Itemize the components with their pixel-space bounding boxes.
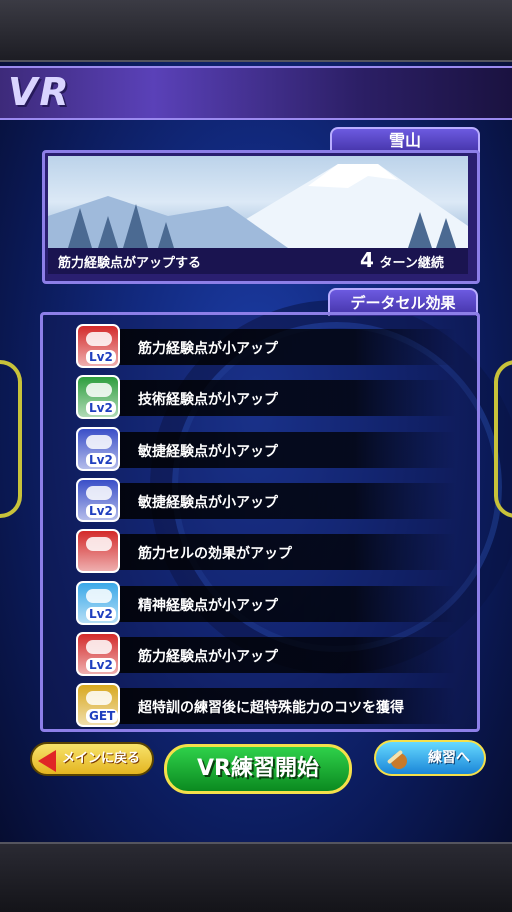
right-side-gauge [494,360,512,518]
data-cell-row: 筋力セルの効果がアップ [76,529,474,574]
cell-glyph [86,485,112,500]
cell-glyph [86,639,112,654]
cell-level-badge: Lv2 [86,657,116,672]
strength-lv2-icon: Lv2 [76,631,120,676]
data-cell-row: GET 超特訓の練習後に超特殊能力のコツを獲得 [76,683,474,728]
data-cell-row: Lv2 技術経験点が小アップ [76,375,474,420]
back-to-main-button[interactable]: メインに戻る [30,742,154,776]
start-vr-practice-button[interactable]: VR練習開始 [164,744,352,794]
get-star-icon: GET [76,683,120,728]
back-arrow-icon [38,750,56,772]
cell-level-badge: Lv2 [86,503,116,518]
cell-glyph [86,332,112,346]
spirit-lv2-icon: Lv2 [76,580,120,625]
turns-value: 4 [360,248,374,272]
cell-glyph [86,383,112,398]
agility-lv2-icon: Lv2 [76,477,120,522]
cell-glyph [86,537,112,552]
snow-mountain-illustration [48,164,468,248]
cell-level-badge: Lv2 [86,606,116,621]
strength-lv2-icon: Lv2 [76,324,120,368]
practice-button-label: 練習へ [428,750,470,766]
data-cell-text: 筋力経験点が小アップ [138,648,278,665]
data-cell-row: Lv2 筋力経験点が小アップ [76,631,474,676]
data-cell-text: 敏捷経験点が小アップ [138,443,278,460]
cell-glyph [86,691,112,706]
data-cell-row: Lv2 筋力経験点が小アップ [76,324,474,368]
cell-level-badge: Lv2 [86,350,116,364]
vr-logo: VR [8,70,71,114]
bottom-bar [0,842,512,912]
stage-description: 筋力経験点がアップする [58,256,202,271]
top-bar [0,0,512,62]
technique-lv2-icon: Lv2 [76,375,120,420]
left-side-gauge [0,360,22,518]
data-cell-text: 超特訓の練習後に超特殊能力のコツを獲得 [138,700,404,717]
data-cell-row: Lv2 精神経験点が小アップ [76,580,474,625]
data-cell-text: 筋力セルの効果がアップ [138,546,292,563]
cell-glyph [86,434,112,449]
strength-cell-boost-icon [76,529,120,574]
data-cell-row: Lv2 敏捷経験点が小アップ [76,426,474,471]
data-cell-row: Lv2 敏捷経験点が小アップ [76,477,474,522]
cell-level-badge: GET [86,709,118,724]
cell-level-badge: Lv2 [86,452,116,467]
cell-level-badge: Lv2 [86,401,116,416]
turns-unit: ターン継続 [379,256,444,271]
back-button-label: メインに戻る [61,751,140,766]
agility-lv2-icon: Lv2 [76,426,120,471]
bat-glove-icon [387,750,407,769]
data-cell-text: 精神経験点が小アップ [138,597,278,614]
stage-snow-mountain-image [48,156,468,248]
data-cell-text: 敏捷経験点が小アップ [138,494,278,511]
go-to-practice-button[interactable]: 練習へ [374,740,486,776]
cell-glyph [86,588,112,603]
data-cell-text: 筋力経験点が小アップ [138,341,278,357]
data-cell-text: 技術経験点が小アップ [138,392,278,409]
vr-header-band [0,66,512,120]
stage-turns: 4 ターン継続 [360,248,444,272]
